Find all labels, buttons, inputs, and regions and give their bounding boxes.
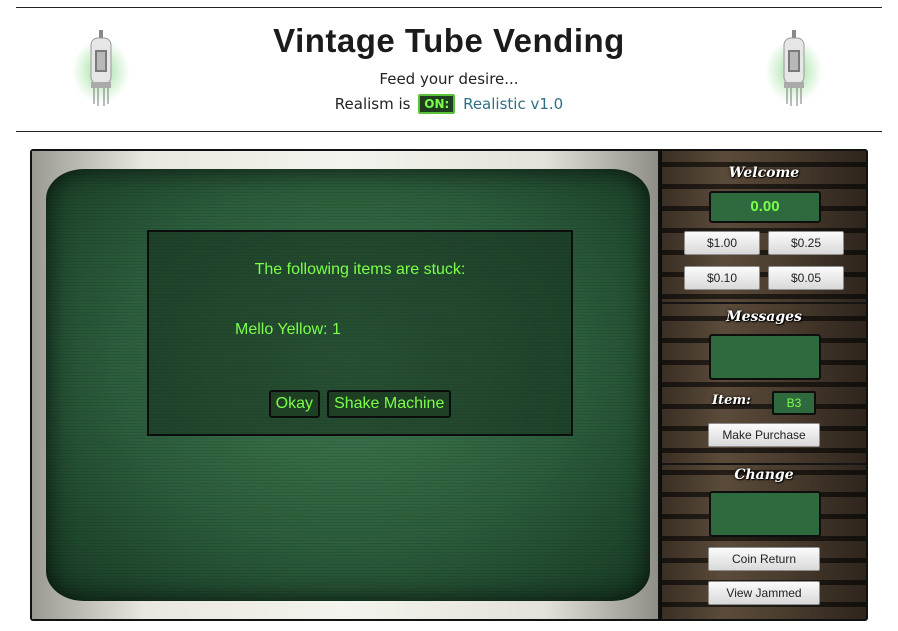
crt-screen: The following items are stuck: Mello Yel… <box>46 169 650 601</box>
coin-0-10-button[interactable]: $0.10 <box>684 266 760 290</box>
vacuum-tube-icon <box>765 30 823 110</box>
panel-divider <box>662 302 866 304</box>
realism-version-link[interactable]: Realistic v1.0 <box>463 95 563 113</box>
welcome-title: Welcome <box>728 165 800 181</box>
okay-button[interactable]: Okay <box>268 390 320 418</box>
view-jammed-button[interactable]: View Jammed <box>708 581 820 605</box>
coin-0-05-button[interactable]: $0.05 <box>768 266 844 290</box>
shake-machine-button[interactable]: Shake Machine <box>327 390 452 418</box>
panel-divider <box>662 463 866 465</box>
header-top-rule <box>16 7 882 8</box>
header-bottom-rule <box>16 131 882 132</box>
item-label: Item: <box>712 393 751 408</box>
realism-prefix: Realism is <box>334 95 411 113</box>
make-purchase-button[interactable]: Make Purchase <box>708 423 820 447</box>
change-title: Change <box>734 467 794 483</box>
dialog-message: The following items are stuck: <box>254 261 466 278</box>
realism-line: Realism is ON: Realistic v1.0 <box>0 94 898 114</box>
dialog-buttons: Okay Shake Machine <box>149 390 571 418</box>
messages-display <box>709 334 821 380</box>
crt-bezel: The following items are stuck: Mello Yel… <box>32 151 658 619</box>
change-display <box>709 491 821 537</box>
balance-display: 0.00 <box>709 191 821 223</box>
page-tagline: Feed your desire... <box>379 70 519 88</box>
coin-return-button[interactable]: Coin Return <box>708 547 820 571</box>
stuck-items-dialog: The following items are stuck: Mello Yel… <box>147 230 573 436</box>
control-panel: Welcome 0.00 $1.00 $0.25 $0.10 $0.05 Mes… <box>660 151 866 619</box>
item-code-input[interactable]: B3 <box>772 391 816 415</box>
realism-toggle[interactable]: ON: <box>418 94 456 114</box>
stuck-item-entry: Mello Yellow: 1 <box>235 321 341 338</box>
page-title: Vintage Tube Vending <box>273 22 625 59</box>
coin-0-25-button[interactable]: $0.25 <box>768 231 844 255</box>
messages-title: Messages <box>726 309 802 325</box>
coin-1-00-button[interactable]: $1.00 <box>684 231 760 255</box>
vending-machine: The following items are stuck: Mello Yel… <box>30 149 868 621</box>
